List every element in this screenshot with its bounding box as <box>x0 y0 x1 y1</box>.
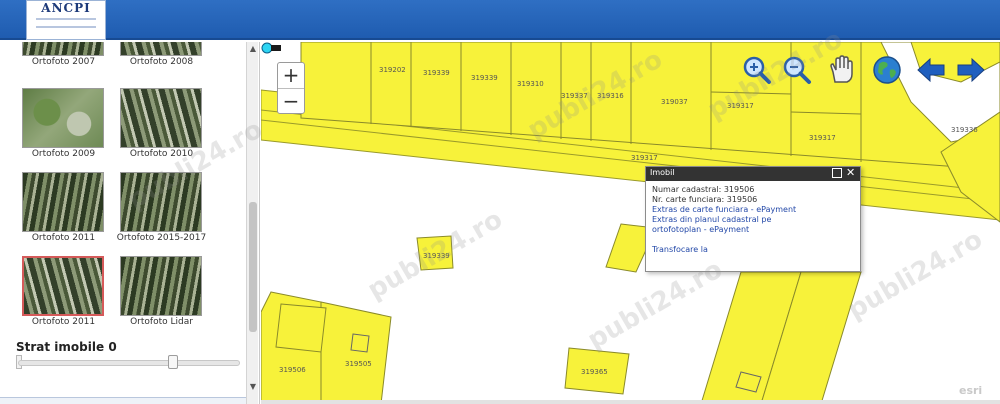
parcel-info-popup: Imobil ✕ Numar cadastral: 319506 Nr. car… <box>645 166 861 272</box>
cadastral-number: Numar cadastral: 319506 <box>652 185 755 194</box>
basemap-thumb-image <box>22 172 104 232</box>
basemap-thumb-image <box>22 42 104 56</box>
parcel-number: 319339 <box>423 69 450 77</box>
opacity-label-text: Strat imobile <box>16 340 105 354</box>
parcel-number: 319336 <box>951 126 978 134</box>
basemap-thumb-label: Ortofoto 2015-2017 <box>116 233 207 243</box>
map-view[interactable]: 319202 319339 319339 319310 319337 31931… <box>261 42 1000 404</box>
parcel-number: 319506 <box>279 366 306 374</box>
map-toolbar <box>741 54 991 86</box>
globe-icon[interactable] <box>871 54 903 86</box>
basemap-thumb-image <box>120 256 202 316</box>
parcel-number: 319317 <box>809 134 836 142</box>
zoom-in-icon[interactable] <box>741 54 773 86</box>
layer-opacity-label: Strat imobile 0 <box>16 340 117 354</box>
popup-maximize-icon[interactable] <box>832 168 842 178</box>
parcel-number: 319310 <box>517 80 544 88</box>
basemap-thumb-label: Ortofoto 2011 <box>31 317 96 327</box>
opacity-slider-handle[interactable] <box>168 355 179 369</box>
parcel-number: 319337 <box>561 92 588 100</box>
location-marker-icon[interactable] <box>261 42 283 54</box>
basemap-thumb-label: Ortofoto 2010 <box>129 149 194 159</box>
zoom-out-button[interactable]: − <box>278 88 304 113</box>
popup-body: Numar cadastral: 319506 Nr. carte funcia… <box>652 185 856 255</box>
parcel-number: 319365 <box>581 368 608 376</box>
parcel[interactable] <box>320 301 392 404</box>
sidebar-scrollbar[interactable]: ▲ ▼ <box>246 42 258 404</box>
arrow-right-icon[interactable] <box>955 54 987 86</box>
parcel-number: 319037 <box>661 98 688 106</box>
ancpi-logo[interactable]: ANCPI <box>26 0 106 40</box>
popup-title: Imobil <box>650 168 675 177</box>
logo-subtitle-lines <box>36 18 96 28</box>
basemap-thumb[interactable]: Ortofoto 2007 <box>16 42 111 71</box>
basemap-thumb-image <box>120 88 202 148</box>
arrow-left-icon[interactable] <box>915 54 947 86</box>
parcel-number: 319317 <box>727 102 754 110</box>
basemap-thumb[interactable]: Ortofoto 2008 <box>114 42 209 71</box>
sidebar-footer <box>0 397 246 404</box>
map-footer-bar <box>261 400 1000 404</box>
basemap-thumb-label: Ortofoto 2009 <box>31 149 96 159</box>
layers-sidebar: Ortofoto 2007 Ortofoto 2008 Ortofoto 200… <box>0 42 260 404</box>
parcel-number: 319202 <box>379 66 406 74</box>
land-book-extract-link[interactable]: Extras de carte funciara - ePayment <box>652 205 856 215</box>
basemap-thumb-label: Ortofoto 2011 <box>31 233 96 243</box>
parcel-number: 319339 <box>471 74 498 82</box>
basemap-thumb-image <box>120 42 202 56</box>
basemap-thumb[interactable]: Ortofoto 2011 <box>16 172 111 247</box>
esri-attribution: esri <box>959 384 983 397</box>
zoom-to-link[interactable]: Transfocare la <box>652 245 856 255</box>
parcel-number: 319316 <box>597 92 624 100</box>
land-book-number: Nr. carte funciara: 319506 <box>652 195 758 204</box>
basemap-thumb-image <box>22 88 104 148</box>
opacity-slider-track[interactable] <box>18 360 240 366</box>
popup-close-icon[interactable]: ✕ <box>846 166 855 179</box>
basemap-thumb[interactable]: Ortofoto Lidar <box>114 256 209 331</box>
pan-hand-icon[interactable] <box>825 54 857 86</box>
scroll-down-arrow-icon[interactable]: ▼ <box>248 382 258 392</box>
basemap-gallery: Ortofoto 2007 Ortofoto 2008 Ortofoto 200… <box>0 42 246 337</box>
logo-text: ANCPI <box>41 1 91 15</box>
basemap-thumb[interactable]: Ortofoto 2010 <box>114 88 209 163</box>
cadastral-plan-extract-link-cont[interactable]: ortofotoplan - ePayment <box>652 225 856 235</box>
zoom-out-icon[interactable] <box>781 54 813 86</box>
basemap-thumb-label: Ortofoto 2008 <box>129 57 194 67</box>
header-bar: ANCPI <box>0 0 1000 40</box>
basemap-thumb[interactable]: Ortofoto 2009 <box>16 88 111 163</box>
basemap-thumb-label: Ortofoto 2007 <box>31 57 96 67</box>
basemap-thumb-image <box>120 172 202 232</box>
basemap-thumb-selected[interactable]: Ortofoto 2011 <box>16 256 111 331</box>
app-window: ANCPI Ortofoto 2007 Ortofoto 2008 Ortofo… <box>0 0 1000 404</box>
basemap-thumb[interactable]: Ortofoto 2015-2017 <box>114 172 209 247</box>
parcel-number: 319505 <box>345 360 372 368</box>
cadastral-plan-extract-link[interactable]: Extras din planul cadastral pe <box>652 215 856 225</box>
parcel-number: 319317 <box>631 154 658 162</box>
basemap-thumb-image <box>22 256 104 316</box>
zoom-in-button[interactable]: + <box>278 63 304 88</box>
basemap-thumb-label: Ortofoto Lidar <box>130 317 193 327</box>
popup-spacer <box>652 235 856 245</box>
cadastral-map[interactable]: 319202 319339 319339 319310 319337 31931… <box>261 42 1000 404</box>
popup-header: Imobil ✕ <box>646 166 860 181</box>
zoom-control: + − <box>277 62 305 114</box>
scrollbar-thumb[interactable] <box>249 202 257 332</box>
scroll-up-arrow-icon[interactable]: ▲ <box>248 44 258 54</box>
parcel-number: 319339 <box>423 252 450 260</box>
opacity-value: 0 <box>108 340 117 354</box>
parcel[interactable] <box>275 303 327 353</box>
